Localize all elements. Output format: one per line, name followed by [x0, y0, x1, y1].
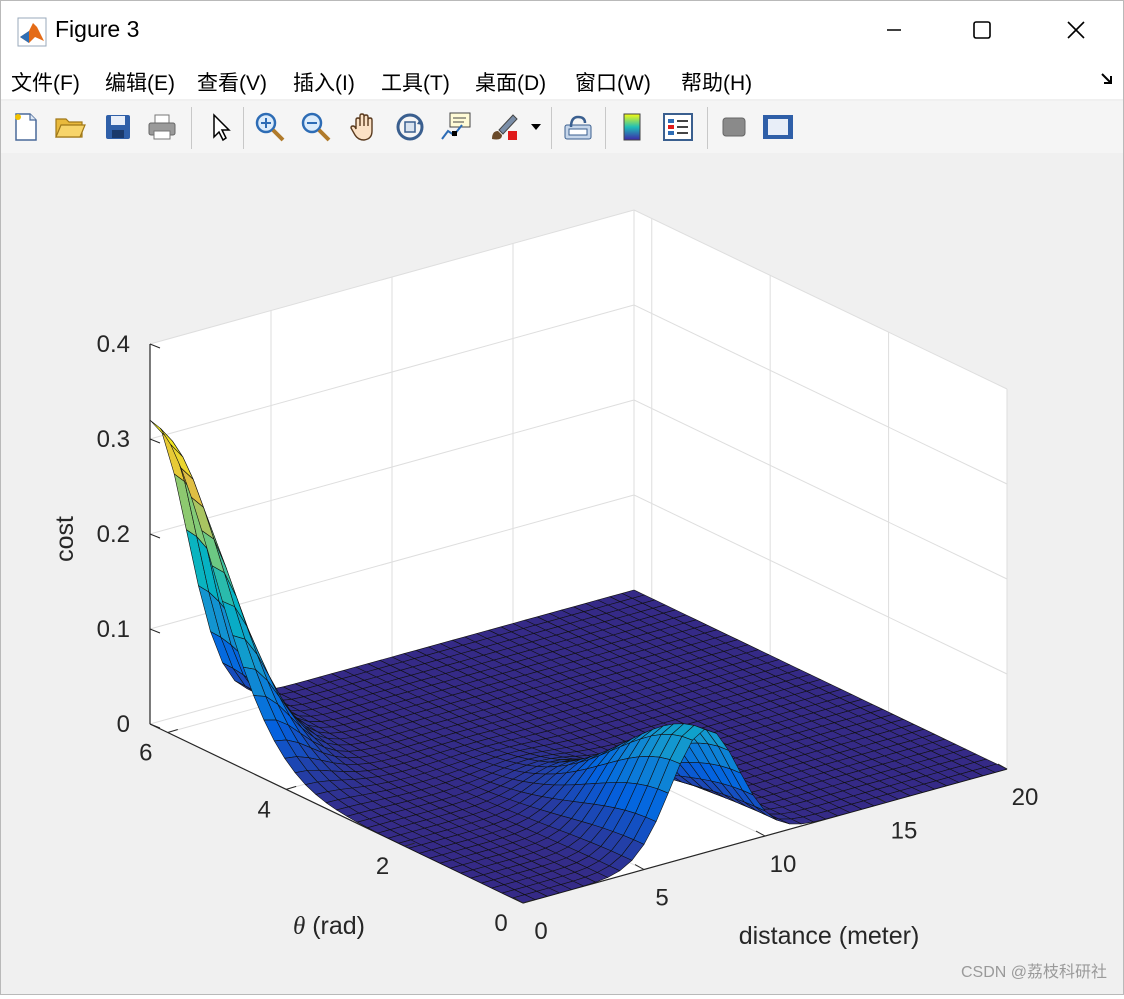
- menu-desktop[interactable]: 桌面(D): [475, 67, 546, 97]
- y-tick-label: 6: [139, 740, 152, 767]
- brush-button[interactable]: [487, 109, 521, 145]
- link-plot-button[interactable]: [561, 109, 595, 145]
- select-arrow-icon: [213, 113, 231, 142]
- rotate-3d-icon: [396, 113, 424, 141]
- legend-icon: [663, 113, 693, 141]
- surface-plot[interactable]: 05101520024600.10.20.30.4 cost distance …: [1, 153, 1123, 994]
- y-axis-unit: (rad): [305, 912, 365, 940]
- show-plot-tools-icon: [763, 115, 793, 139]
- x-tick-label: 20: [1012, 784, 1039, 811]
- toolbar-separator: [707, 107, 708, 149]
- minimize-icon: [887, 29, 901, 31]
- menu-help[interactable]: 帮助(H): [681, 67, 752, 97]
- new-figure-icon: [15, 113, 37, 141]
- open-icon: [55, 118, 86, 138]
- hide-plot-tools-icon: [722, 117, 746, 137]
- open-button[interactable]: [53, 109, 87, 145]
- x-axis-label: distance (meter): [739, 922, 920, 950]
- pan-hand-icon: [350, 113, 373, 141]
- watermark: CSDN @荔枝科研社: [960, 964, 1107, 981]
- colorbar-icon: [623, 113, 641, 141]
- x-tick-label: 0: [534, 918, 547, 945]
- z-tick-label: 0.4: [97, 331, 130, 358]
- chevron-down-icon: [531, 124, 541, 130]
- matlab-logo-icon: [17, 17, 47, 47]
- z-tick-label: 0.1: [97, 616, 130, 643]
- data-cursor-icon: [441, 112, 471, 140]
- z-tick-label: 0.3: [97, 426, 130, 453]
- select-button[interactable]: [203, 109, 237, 145]
- print-button[interactable]: [145, 109, 179, 145]
- menu-insert[interactable]: 插入(I): [293, 67, 355, 97]
- toolbar-separator: [191, 107, 192, 149]
- x-tick-label: 10: [770, 851, 797, 878]
- z-tick-label: 0.2: [97, 521, 130, 548]
- close-icon: [1067, 21, 1085, 39]
- brush-icon: [492, 114, 518, 140]
- y-axis-label: θ (rad): [293, 912, 365, 940]
- menu-window[interactable]: 窗口(W): [575, 67, 651, 97]
- link-plot-icon: [564, 115, 592, 140]
- maximize-button[interactable]: [959, 9, 1005, 51]
- toolbar-separator: [243, 107, 244, 149]
- x-tick-label: 15: [891, 818, 918, 845]
- figure-window: Figure 3 文件(F) 编辑(E) 查看(V) 插入(I) 工具(T) 桌…: [0, 0, 1124, 995]
- toolbar-separator: [605, 107, 606, 149]
- zoom-out-button[interactable]: [299, 109, 333, 145]
- new-figure-button[interactable]: [9, 109, 43, 145]
- show-plot-tools-button[interactable]: [761, 109, 795, 145]
- print-icon: [148, 114, 176, 140]
- window-title: Figure 3: [55, 16, 140, 42]
- y-tick-label: 4: [257, 796, 270, 823]
- z-axis-label: cost: [51, 516, 79, 562]
- figure-canvas: 0 5 10 15 20 0 2 4 6 0 0.1 0.2 0.3 0.4 cost distance …: [1, 153, 1123, 994]
- menu-tools[interactable]: 工具(T): [381, 67, 450, 97]
- save-icon: [106, 115, 130, 139]
- theta-symbol: θ: [293, 913, 305, 940]
- zoom-in-button[interactable]: [253, 109, 287, 145]
- menu-view[interactable]: 查看(V): [197, 67, 267, 97]
- y-tick-label: 2: [376, 853, 389, 880]
- dock-arrow-icon[interactable]: [1099, 71, 1115, 87]
- maximize-icon: [973, 21, 991, 39]
- legend-button[interactable]: [661, 109, 695, 145]
- colorbar-button[interactable]: [615, 109, 649, 145]
- x-tick-label: 5: [655, 885, 668, 912]
- toolbar-separator: [551, 107, 552, 149]
- minimize-button[interactable]: [871, 9, 917, 51]
- menu-edit[interactable]: 编辑(E): [105, 67, 175, 97]
- data-cursor-button[interactable]: [439, 109, 473, 145]
- close-button[interactable]: [1053, 9, 1099, 51]
- save-button[interactable]: [101, 109, 135, 145]
- y-tick-label: 0: [494, 910, 507, 937]
- title-bar: Figure 3: [1, 1, 1123, 59]
- brush-dropdown-button[interactable]: [527, 109, 545, 145]
- z-tick-label: 0: [117, 711, 130, 738]
- rotate-3d-button[interactable]: [393, 109, 427, 145]
- pan-button[interactable]: [347, 109, 381, 145]
- hide-plot-tools-button[interactable]: [717, 109, 751, 145]
- zoom-out-icon: [301, 112, 331, 142]
- menu-file[interactable]: 文件(F): [11, 67, 80, 97]
- zoom-in-icon: [255, 112, 285, 142]
